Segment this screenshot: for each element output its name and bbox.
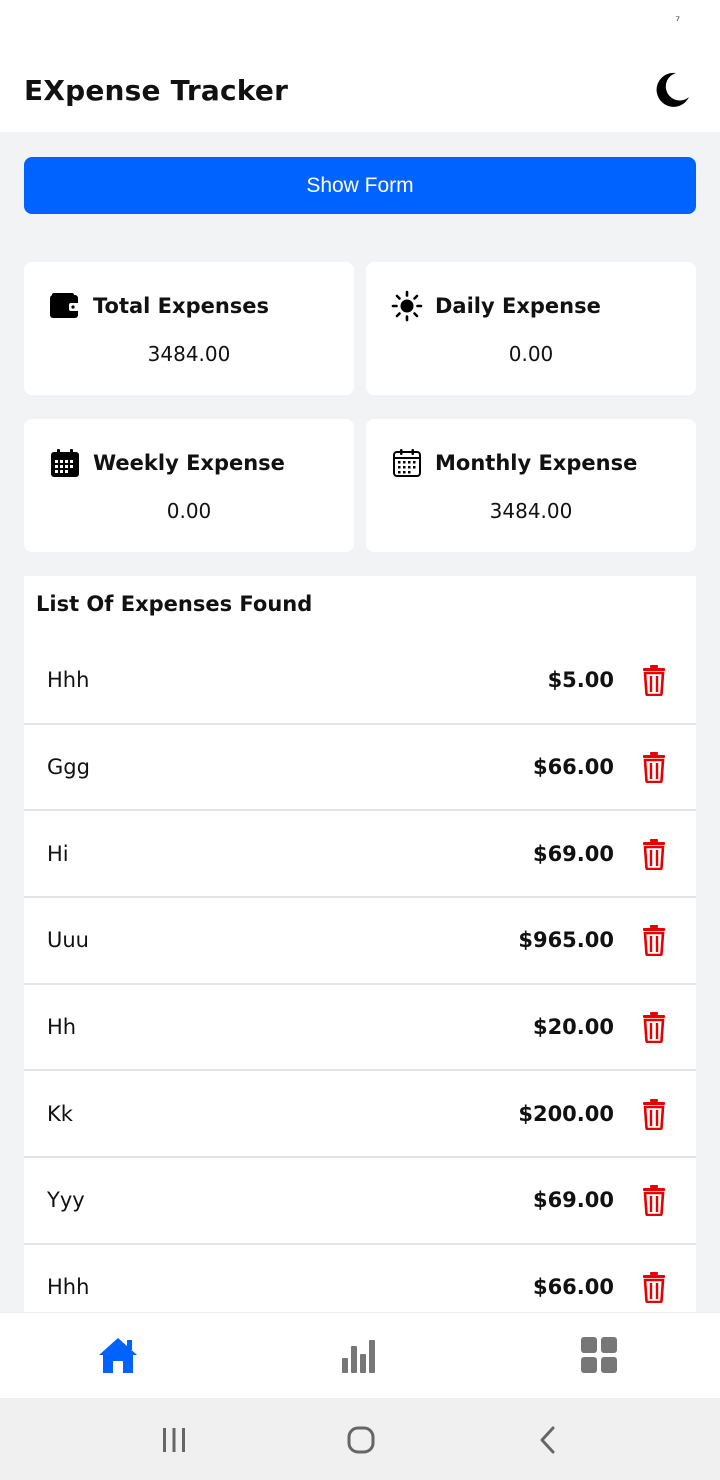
trash-icon[interactable] [640,751,668,784]
status-bar: ⁷ [0,0,720,48]
card-value: 0.00 [508,342,554,366]
expense-amount: $200.00 [518,1101,614,1126]
home-circle-icon [347,1426,375,1454]
back-button[interactable] [528,1420,568,1460]
moon-icon [656,72,689,107]
expense-amount: $965.00 [518,928,614,953]
home-system-button[interactable] [341,1420,381,1460]
card-title: Monthly Expense [435,451,638,475]
summary-card-total: Total Expenses 3484.00 [24,262,354,395]
calendar-outline-icon [391,447,423,479]
summary-card-monthly: Monthly Expense 3484.00 [366,419,696,552]
app-header: EXpense Tracker [0,48,720,132]
system-nav-bar [0,1398,720,1480]
list-item: Hi $69.00 [24,811,696,899]
expense-name: Ggg [47,755,90,780]
list-item: Uuu $965.00 [24,898,696,985]
expense-name: Kk [47,1101,73,1126]
card-value: 3484.00 [489,499,573,523]
card-title: Weekly Expense [93,451,285,475]
bar-chart-icon [342,1340,375,1373]
trash-icon[interactable] [640,1184,668,1217]
trash-icon[interactable] [640,838,668,870]
trash-icon[interactable] [640,924,668,957]
trash-icon[interactable] [640,1011,668,1044]
list-item: Kk $200.00 [24,1071,696,1159]
home-icon [99,1338,137,1373]
expense-name: Hhh [47,668,90,693]
expense-list: Hhh $5.00 Ggg $66.00 Hi $69.00 Uuu $965.… [24,638,696,1312]
expense-amount: $69.00 [532,841,614,866]
nav-home[interactable] [88,1325,148,1385]
wallet-icon [49,290,81,322]
card-value: 3484.00 [147,342,231,366]
expense-name: Yyy [47,1188,85,1213]
recent-apps-button[interactable] [154,1420,194,1460]
recent-apps-icon [163,1428,185,1452]
expense-list-panel: List Of Expenses Found Hhh $5.00 Ggg $66… [24,576,696,1312]
theme-toggle-button[interactable] [650,68,694,112]
list-item: Ggg $66.00 [24,725,696,812]
card-value: 0.00 [166,499,212,523]
list-title: List Of Expenses Found [36,592,313,616]
summary-card-weekly: Weekly Expense 0.00 [24,419,354,552]
nav-stats[interactable] [329,1325,389,1385]
expense-name: Hi [47,841,69,866]
grid-icon [581,1337,617,1373]
back-chevron-icon [540,1426,555,1454]
expense-amount: $20.00 [532,1015,614,1040]
calendar-icon [49,447,81,479]
expense-name: Hh [47,1015,77,1040]
list-item: Hhh $5.00 [24,638,696,725]
trash-icon[interactable] [640,1098,668,1130]
show-form-button[interactable]: Show Form [24,157,696,214]
summary-card-daily: Daily Expense 0.00 [366,262,696,395]
expense-amount: $69.00 [532,1188,614,1213]
nav-grid[interactable] [569,1325,629,1385]
app-title: EXpense Tracker [24,73,289,107]
sun-icon [391,290,423,322]
trash-icon[interactable] [640,1271,668,1304]
trash-icon[interactable] [640,664,668,697]
expense-amount: $66.00 [532,755,614,780]
card-title: Daily Expense [435,294,601,318]
card-title: Total Expenses [93,294,270,318]
expense-name: Hhh [47,1275,90,1300]
list-item: Hh $20.00 [24,985,696,1072]
list-item: Yyy $69.00 [24,1158,696,1245]
bottom-nav [0,1312,720,1398]
list-item: Hhh $66.00 [24,1245,696,1312]
expense-amount: $66.00 [532,1275,614,1300]
expense-name: Uuu [47,928,89,953]
expense-amount: $5.00 [547,668,614,693]
status-indicator: ⁷ [675,14,680,28]
